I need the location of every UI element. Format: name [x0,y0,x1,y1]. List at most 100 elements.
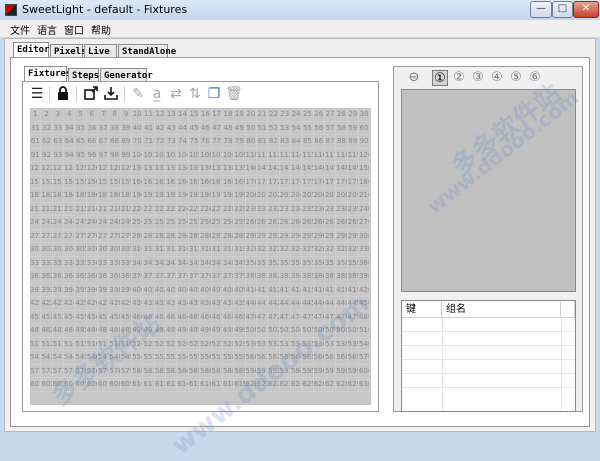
fixture-cell[interactable]: 463 [166,310,178,324]
fixture-cell[interactable]: 503 [279,324,291,338]
fixture-cell[interactable]: 189 [120,189,133,203]
fixture-cell[interactable]: 150 [358,162,371,176]
fixture-cell[interactable]: 181 [30,189,42,203]
fixture-cell[interactable]: 416 [313,283,325,297]
fixture-cell[interactable]: 346 [200,256,212,270]
fixture-cell[interactable]: 613 [166,378,178,392]
fixture-cell[interactable]: 288 [222,229,235,243]
fixture-cell[interactable]: 431 [143,297,155,311]
fixture-cell[interactable]: 539 [347,337,359,351]
fixture-cell[interactable]: 246 [86,216,99,230]
fixture-cell[interactable]: 99 [120,148,133,162]
fixture-cell[interactable]: 360 [358,256,371,270]
fixture-cell[interactable]: 44 [177,121,189,135]
fixture-cell[interactable]: 273 [52,229,65,243]
fixture-cell[interactable]: 400 [132,283,144,297]
fixture-cell[interactable]: 53 [279,121,291,135]
fixture-cell[interactable]: 470 [245,310,257,324]
swap-icon[interactable]: ⇄ [168,86,184,102]
fixture-cell[interactable]: 69 [120,135,133,149]
fixture-cell[interactable]: 65 [75,135,87,149]
fixture-cell[interactable]: 562 [268,351,280,365]
fixture-cell[interactable]: 337 [98,256,110,270]
fixture-cell[interactable]: 242 [41,216,53,230]
fixture-cell[interactable]: 478 [336,310,348,324]
fixture-cell[interactable]: 130 [132,162,144,176]
fixture-cell[interactable]: 13 [166,108,178,122]
fixture-cell[interactable]: 351 [256,256,269,270]
fixture-cell[interactable]: 207 [324,189,337,203]
fixture-cell[interactable]: 509 [347,324,359,338]
fixture-cell[interactable]: 87 [324,135,337,149]
fixture-cell[interactable]: 208 [336,189,348,203]
fixture-cell[interactable]: 278 [109,229,121,243]
menu-file[interactable]: 文件 [10,22,30,37]
fixture-cell[interactable]: 436 [200,297,212,311]
fixture-cell[interactable]: 265 [302,216,314,230]
fixture-cell[interactable]: 81 [256,135,269,149]
fixture-cell[interactable]: 445 [302,297,314,311]
fixture-cell[interactable]: 186 [86,189,99,203]
fixture-cell[interactable]: 582 [154,364,167,378]
fixture-cell[interactable]: 467 [211,310,223,324]
fixture-cell[interactable]: 584 [177,364,189,378]
fixture-cell[interactable]: 425 [75,297,87,311]
fixture-cell[interactable]: 411 [256,283,269,297]
fixture-cell[interactable]: 230 [245,202,257,216]
fixture-cell[interactable]: 574 [64,364,76,378]
fixture-cell[interactable]: 52 [268,121,280,135]
fixture-cell[interactable]: 469 [234,310,246,324]
group-table[interactable]: 键 组名 [401,300,576,412]
edit-icon[interactable]: ✎ [130,86,146,102]
fixture-cell[interactable]: 519 [120,337,133,351]
fixture-cell[interactable]: 380 [245,270,257,284]
fixture-cell[interactable]: 375 [188,270,201,284]
fixture-cell[interactable]: 36 [86,121,99,135]
fixture-cell[interactable]: 572 [41,364,53,378]
fixture-cell[interactable]: 258 [222,216,235,230]
fixture-cell[interactable]: 479 [347,310,359,324]
fixture-cell[interactable]: 101 [143,148,155,162]
fixture-cell[interactable]: 393 [52,283,65,297]
fixture-cell[interactable]: 330 [358,243,371,257]
fixture-cell[interactable]: 309 [120,243,133,257]
fixture-cell[interactable]: 3 [52,108,65,122]
fixture-cell[interactable]: 55 [302,121,314,135]
fixture-cell[interactable]: 22 [268,108,280,122]
fixture-cell[interactable]: 48 [222,121,235,135]
fixture-cell[interactable]: 496 [200,324,212,338]
fixture-cell[interactable]: 281 [143,229,155,243]
fixture-cell[interactable]: 384 [290,270,303,284]
fixture-cell[interactable]: 240 [358,202,371,216]
fixture-cell[interactable]: 331 [30,256,42,270]
fixture-cell[interactable]: 68 [109,135,121,149]
fixture-cell[interactable]: 443 [279,297,291,311]
fixture-cell[interactable]: 97 [98,148,110,162]
fixture-cell[interactable]: 563 [279,351,291,365]
fixture-cell[interactable]: 341 [143,256,155,270]
universe-3-button[interactable]: ③ [470,70,486,86]
fixture-cell[interactable]: 570 [358,351,371,365]
fixture-cell[interactable]: 260 [245,216,257,230]
fixture-cell[interactable]: 183 [52,189,65,203]
fixture-cell[interactable]: 94 [64,148,76,162]
fixture-cell[interactable]: 91 [30,148,42,162]
fixture-cell[interactable]: 402 [154,283,167,297]
fixture-cell[interactable]: 303 [52,243,65,257]
fixture-cell[interactable]: 328 [336,243,348,257]
fixture-cell[interactable]: 211 [30,202,42,216]
fixture-cell[interactable]: 21 [256,108,269,122]
fixture-cell[interactable]: 564 [290,351,303,365]
fixture-cell[interactable]: 441 [256,297,269,311]
tab-steps[interactable]: Steps [68,68,99,82]
fixture-cell[interactable]: 64 [64,135,76,149]
universe-minus-button[interactable]: ⊖ [406,70,422,86]
fixture-cell[interactable]: 475 [302,310,314,324]
fixture-cell[interactable]: 290 [245,229,257,243]
fixture-cell[interactable]: 387 [324,270,337,284]
fixture-cell[interactable]: 151 [30,175,42,189]
universe-4-button[interactable]: ④ [489,70,505,86]
fixture-cell[interactable]: 121 [30,162,42,176]
fixture-cell[interactable]: 57 [324,121,337,135]
fixture-cell[interactable]: 449 [347,297,359,311]
